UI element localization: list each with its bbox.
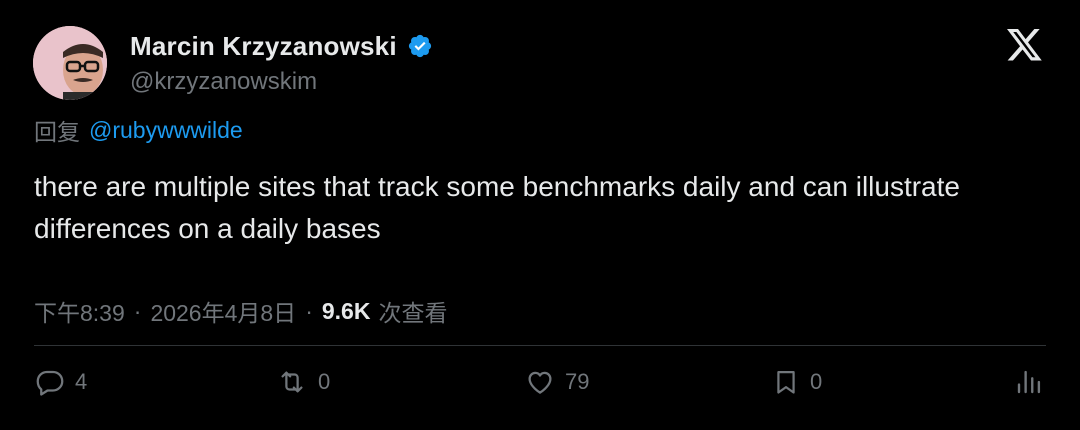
reply-icon: [36, 370, 64, 396]
bookmark-count: 0: [810, 369, 823, 394]
reply-context: 回复 @rubywwwilde: [34, 114, 243, 146]
heart-icon: [528, 371, 552, 394]
reply-prefix: 回复: [34, 119, 80, 145]
tweet-text: there are multiple sites that track some…: [34, 171, 960, 244]
views-label: 次查看: [378, 300, 448, 326]
author-handle[interactable]: @krzyzanowskim: [130, 68, 317, 96]
author-display-name[interactable]: Marcin Krzyzanowski: [130, 31, 397, 62]
analytics-button[interactable]: [1014, 364, 1044, 400]
tweet-date[interactable]: 2026年4月8日: [150, 294, 296, 328]
meta-separator: ·: [305, 297, 313, 324]
reply-button[interactable]: 4: [35, 364, 87, 400]
analytics-icon: [1017, 370, 1041, 394]
bookmark-icon: [777, 370, 795, 394]
tweet-time[interactable]: 下午8:39: [34, 294, 125, 328]
tweet-meta: 下午8:39 · 2026年4月8日 · 9.6K 次查看: [34, 294, 447, 328]
author-name-row: Marcin Krzyzanowski: [130, 28, 433, 64]
avatar-photo-icon: [33, 26, 107, 100]
verified-badge-icon: [407, 33, 433, 59]
retweet-count: 0: [318, 369, 331, 394]
views-count: 9.6K: [321, 297, 371, 324]
bookmark-button[interactable]: 0: [772, 364, 822, 400]
like-count: 79: [565, 369, 590, 394]
retweet-icon: [281, 371, 303, 393]
meta-separator: ·: [133, 297, 142, 324]
like-button[interactable]: 79: [525, 364, 589, 400]
tweet-card: Marcin Krzyzanowski @krzyzanowskim 回复 @r…: [0, 0, 1080, 430]
avatar[interactable]: [33, 26, 107, 100]
reply-count: 4: [75, 369, 88, 394]
divider: [34, 345, 1046, 346]
retweet-button[interactable]: 0: [276, 364, 330, 400]
x-logo-icon[interactable]: [1007, 29, 1043, 62]
reply-mention-link[interactable]: @rubywwwilde: [89, 117, 243, 144]
